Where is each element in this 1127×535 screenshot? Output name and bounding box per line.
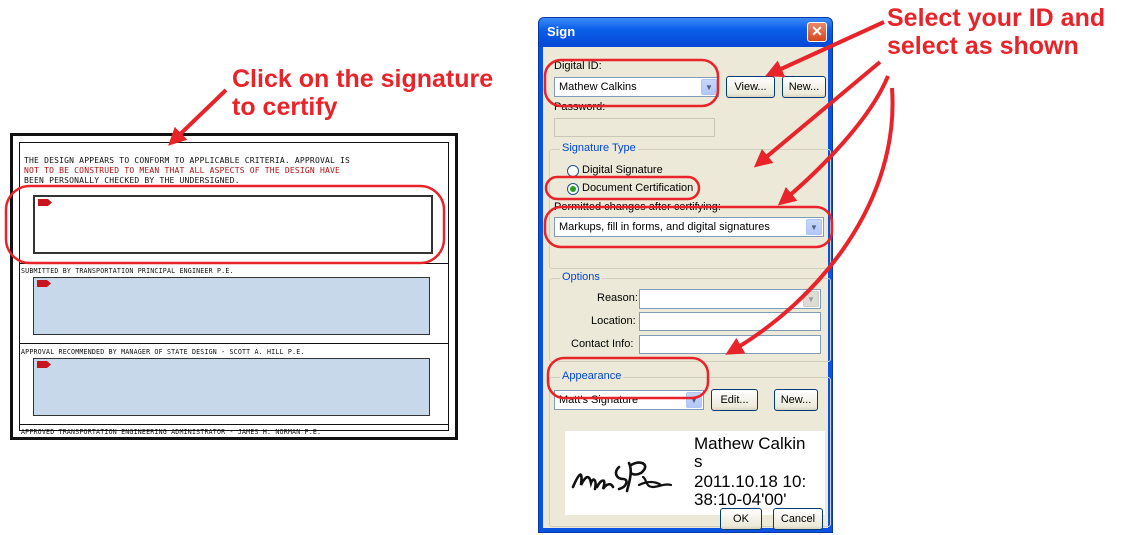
password-field[interactable] (554, 118, 715, 137)
reason-label: Reason: (597, 292, 638, 304)
signature-flag-icon (38, 199, 52, 206)
edit-appearance-button[interactable]: Edit... (711, 389, 758, 411)
submitted-by-label: SUBMITTED BY TRANSPORTATION PRINCIPAL EN… (21, 267, 234, 275)
contact-info-label: Contact Info: (571, 338, 634, 350)
divider (19, 424, 449, 425)
new-id-button[interactable]: New... (782, 76, 826, 98)
submitted-signature-field[interactable] (33, 277, 430, 335)
appearance-label: Appearance (560, 370, 624, 382)
signature-flag-icon (37, 361, 51, 368)
location-field[interactable] (639, 312, 821, 331)
permitted-changes-value: Markups, fill in forms, and digital sign… (559, 221, 770, 233)
callout-line: Click on the signature (232, 65, 494, 93)
appearance-dropdown[interactable]: Matt's Signature ▼ (554, 390, 704, 410)
document-certification-radio[interactable] (567, 183, 579, 195)
handwritten-signature-image (571, 461, 673, 493)
recommended-by-label: APPROVAL RECOMMENDED BY MANAGER OF STATE… (21, 348, 305, 356)
chevron-down-icon: ▼ (806, 219, 822, 235)
document-snippet: THE DESIGN APPEARS TO CONFORM TO APPLICA… (10, 133, 458, 440)
approved-by-label: APPROVED TRANSPORTATION ENGINEERING ADMI… (21, 428, 322, 436)
divider (19, 263, 449, 264)
certify-signature-field[interactable] (33, 195, 433, 254)
approval-text-line1: THE DESIGN APPEARS TO CONFORM TO APPLICA… (24, 156, 351, 165)
appearance-value: Matt's Signature (559, 394, 639, 406)
callout-line: to certify (232, 93, 338, 121)
callout-line: Select your ID and (887, 4, 1106, 32)
chevron-down-icon: ▼ (686, 392, 702, 408)
preview-name-line2: s (694, 452, 703, 471)
signature-flag-icon (37, 280, 51, 287)
chevron-down-icon: ▼ (701, 79, 717, 95)
digital-id-value: Mathew Calkins (559, 81, 637, 93)
dialog-body: Digital ID: Mathew Calkins ▼ View... New… (543, 47, 831, 530)
divider (19, 343, 449, 344)
close-button[interactable]: ✕ (807, 22, 827, 42)
permitted-changes-label: Permitted changes after certifying: (554, 201, 721, 213)
preview-date-line2: 38:10-04'00' (694, 490, 787, 509)
location-label: Location: (591, 315, 636, 327)
callout-select-id: Select your ID and select as shown (887, 4, 1105, 60)
document-certification-option[interactable]: Document Certification (582, 182, 693, 194)
signature-preview: Mathew Calkin s 2011.10.18 10: 38:10-04'… (565, 431, 825, 515)
callout-line: select as shown (887, 32, 1079, 60)
chevron-down-icon: ▼ (803, 291, 819, 307)
approval-text-line3: BEEN PERSONALLY CHECKED BY THE UNDERSIGN… (24, 176, 240, 185)
callout-click-signature: Click on the signature to certify (232, 65, 493, 121)
new-appearance-button[interactable]: New... (774, 389, 818, 411)
sign-dialog: Sign ✕ Digital ID: Mathew Calkins ▼ View… (538, 17, 833, 533)
reason-dropdown[interactable]: ▼ (639, 289, 821, 309)
password-label: Password: (554, 101, 606, 113)
dialog-title: Sign (547, 24, 576, 39)
preview-name-line1: Mathew Calkin (694, 434, 806, 453)
dialog-titlebar[interactable]: Sign ✕ (539, 18, 832, 47)
permitted-changes-dropdown[interactable]: Markups, fill in forms, and digital sign… (554, 217, 824, 237)
close-icon: ✕ (811, 23, 823, 39)
signature-type-label: Signature Type (560, 142, 638, 154)
recommended-signature-field[interactable] (33, 358, 430, 416)
digital-signature-option[interactable]: Digital Signature (582, 164, 663, 176)
preview-date-line1: 2011.10.18 10: (694, 472, 807, 491)
contact-info-field[interactable] (639, 335, 821, 354)
options-label: Options (560, 271, 602, 283)
approval-text-line2: NOT TO BE CONSTRUED TO MEAN THAT ALL ASP… (24, 166, 341, 175)
digital-id-dropdown[interactable]: Mathew Calkins ▼ (554, 77, 719, 97)
digital-signature-radio[interactable] (567, 165, 579, 177)
ok-button[interactable]: OK (720, 508, 762, 530)
cancel-button[interactable]: Cancel (773, 508, 823, 530)
view-button[interactable]: View... (726, 76, 775, 98)
digital-id-label: Digital ID: (554, 60, 602, 72)
